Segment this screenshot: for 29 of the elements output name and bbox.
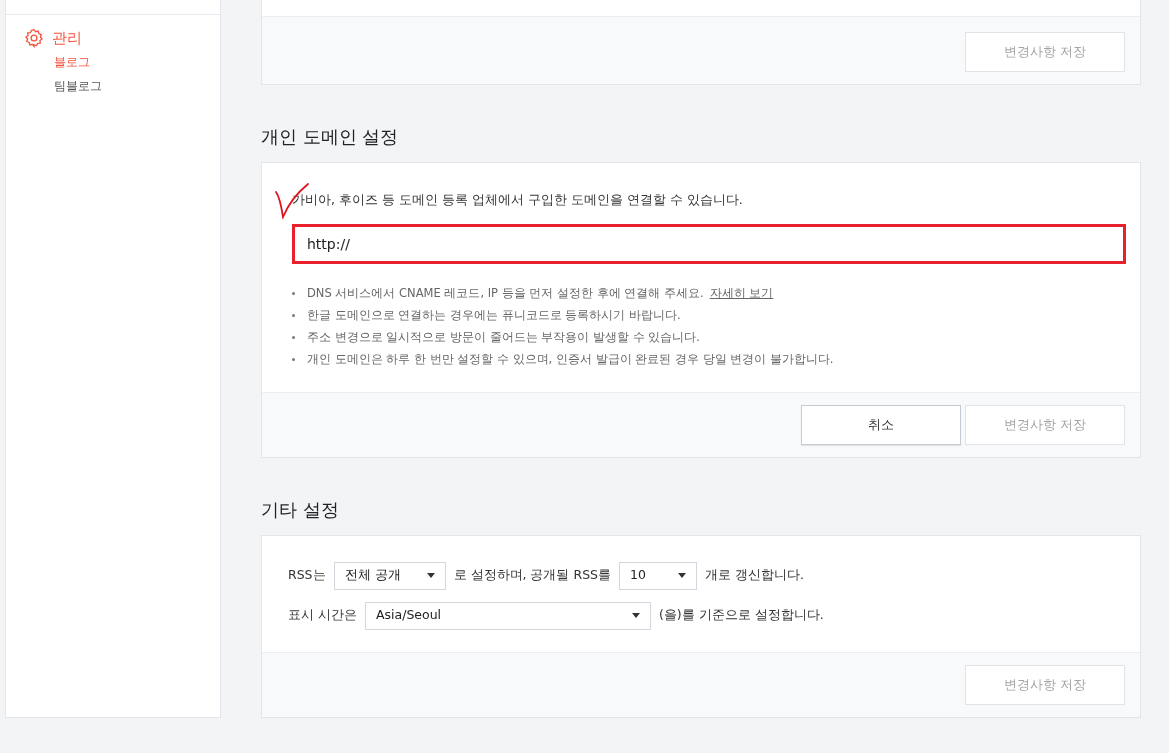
note-text: DNS 서비스에서 CNAME 레코드, IP 등을 먼저 설정한 후에 연결해 주세요. 자세히 보기 (307, 284, 774, 302)
caret-icon (678, 573, 686, 579)
bullet-icon (292, 357, 295, 361)
section-title: 기타 설정 (261, 497, 340, 522)
note-text: 개인 도메인은 하루 한 번만 설정할 수 있으며, 인증서 발급이 완료된 경우 당일 변경이 불가합니다. (307, 350, 834, 368)
setting-label: (을)를 기준으로 설정합니다. (659, 606, 824, 625)
dropdown[interactable]: 전체 공개 (333, 561, 446, 590)
caret-icon (632, 613, 640, 619)
sidebar-item[interactable]: 팀블로그 (54, 73, 102, 98)
setting-label: RSS는 (288, 566, 326, 585)
section-title: 개인 도메인 설정 (261, 125, 400, 149)
menu-heading: 관리 (52, 28, 82, 49)
gear-icon (24, 28, 44, 49)
dropdown[interactable]: Asia/Seoul (365, 601, 651, 630)
setting-label: 표시 시간은 (288, 606, 357, 625)
caret-icon (426, 573, 435, 579)
note-text: 주소 변경으로 일시적으로 방문이 줄어드는 부작용이 발생할 수 있습니다. (307, 328, 700, 346)
cancel-button[interactable]: 취소 (801, 404, 961, 445)
setting-label: 로 설정하며, 공개될 RSS를 (453, 566, 611, 585)
detail-link[interactable]: 자세히 보기 (709, 285, 774, 300)
domain-input-field[interactable]: http:// (292, 223, 1126, 264)
dropdown[interactable]: 10 (619, 561, 697, 590)
note-text: 한글 도메인으로 연결하는 경우에는 퓨니코드로 등록하시기 바랍니다. (307, 306, 681, 324)
description-text: 가비아, 후이즈 등 도메인 등록 업체에서 구입한 도메인을 연결할 수 있습니다. (292, 191, 744, 209)
bullet-icon (292, 313, 295, 317)
bullet-icon (292, 335, 295, 339)
bullet-icon (292, 291, 295, 295)
sidebar-item[interactable]: 블로그 (54, 49, 90, 74)
setting-label: 개로 갱신합니다. (705, 566, 804, 585)
